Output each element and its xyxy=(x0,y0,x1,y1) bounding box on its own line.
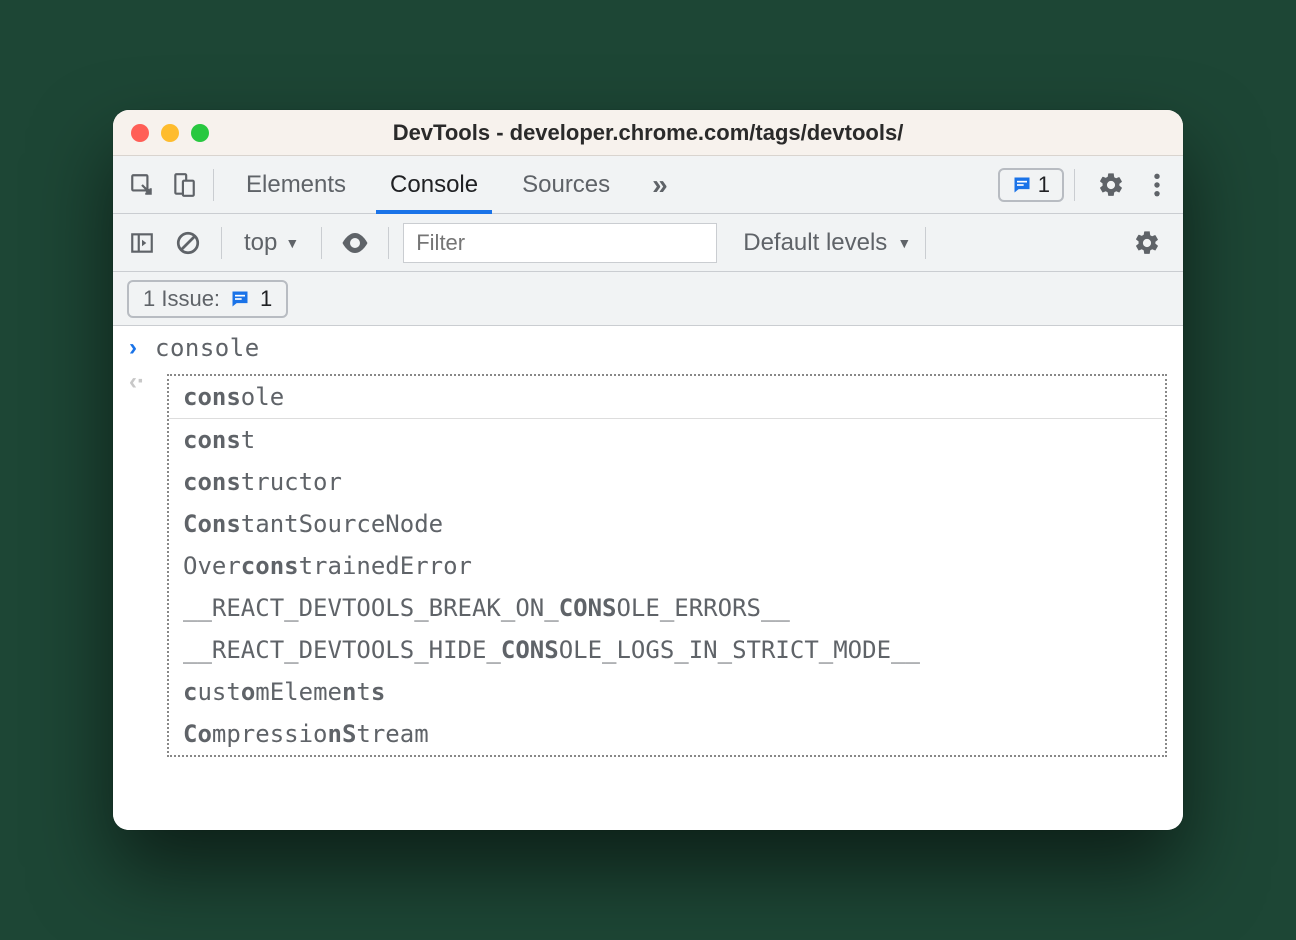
divider xyxy=(321,227,322,259)
autocomplete-item[interactable]: CompressionStream xyxy=(169,713,1165,755)
tabs-overflow-button[interactable]: » xyxy=(636,169,681,201)
log-levels-selector[interactable]: Default levels ▼ xyxy=(743,229,911,257)
levels-label: Default levels xyxy=(743,229,887,257)
console-settings-gear-icon[interactable] xyxy=(1121,229,1173,257)
autocomplete-item[interactable]: customElements xyxy=(169,671,1165,713)
chat-icon xyxy=(1012,175,1032,195)
close-window-button[interactable] xyxy=(131,124,149,142)
sidebar-toggle-icon[interactable] xyxy=(123,224,161,262)
issues-badge[interactable]: 1 xyxy=(998,168,1064,202)
tab-elements-label: Elements xyxy=(246,171,346,199)
devtools-window: DevTools - developer.chrome.com/tags/dev… xyxy=(113,110,1183,830)
window-title: DevTools - developer.chrome.com/tags/dev… xyxy=(113,120,1183,146)
traffic-lights xyxy=(131,124,209,142)
settings-gear-icon[interactable] xyxy=(1085,171,1137,199)
autocomplete-popup: consoleconstconstructorConstantSourceNod… xyxy=(167,374,1167,757)
issues-count: 1 xyxy=(260,286,272,312)
fullscreen-window-button[interactable] xyxy=(191,124,209,142)
main-toolbar: Elements Console Sources » 1 xyxy=(113,156,1183,214)
console-body: › console ‹· consoleconstconstructorCons… xyxy=(113,326,1183,830)
autocomplete-item[interactable]: OverconstrainedError xyxy=(169,545,1165,587)
filter-input[interactable] xyxy=(403,223,717,263)
inspect-element-icon[interactable] xyxy=(123,166,161,204)
eye-live-expression-icon[interactable] xyxy=(336,224,374,262)
autocomplete-item[interactable]: ConstantSourceNode xyxy=(169,503,1165,545)
context-selector[interactable]: top ▼ xyxy=(236,229,307,257)
autocomplete-item[interactable]: constructor xyxy=(169,461,1165,503)
console-input-line[interactable]: › console xyxy=(113,326,1183,366)
tab-elements[interactable]: Elements xyxy=(224,156,368,213)
tab-console-label: Console xyxy=(390,171,478,199)
divider xyxy=(1074,169,1075,201)
autocomplete-item[interactable]: __REACT_DEVTOOLS_HIDE_CONSOLE_LOGS_IN_ST… xyxy=(169,629,1165,671)
divider xyxy=(925,227,926,259)
divider xyxy=(388,227,389,259)
issues-pill[interactable]: 1 Issue: 1 xyxy=(127,280,288,318)
autocomplete-item[interactable]: __REACT_DEVTOOLS_BREAK_ON_CONSOLE_ERRORS… xyxy=(169,587,1165,629)
divider xyxy=(221,227,222,259)
autocomplete-item[interactable]: const xyxy=(169,419,1165,461)
console-toolbar: top ▼ Default levels ▼ xyxy=(113,214,1183,272)
tab-sources-label: Sources xyxy=(522,171,610,199)
panel-tabs: Elements Console Sources xyxy=(224,156,632,213)
output-chevron-icon: ‹· xyxy=(129,368,145,396)
issues-label: 1 Issue: xyxy=(143,286,220,312)
tab-console[interactable]: Console xyxy=(368,156,500,213)
context-label: top xyxy=(244,229,277,257)
issues-bar: 1 Issue: 1 xyxy=(113,272,1183,326)
prompt-chevron-icon: › xyxy=(129,334,137,362)
console-input-text: console xyxy=(155,334,260,362)
chat-icon xyxy=(230,289,250,309)
clear-console-icon[interactable] xyxy=(169,224,207,262)
device-toggle-icon[interactable] xyxy=(165,166,203,204)
autocomplete-item[interactable]: console xyxy=(169,376,1165,419)
minimize-window-button[interactable] xyxy=(161,124,179,142)
dropdown-triangle-icon: ▼ xyxy=(285,235,299,251)
issues-badge-count: 1 xyxy=(1038,172,1050,198)
dropdown-triangle-icon: ▼ xyxy=(897,235,911,251)
more-menu-icon[interactable] xyxy=(1141,172,1173,198)
divider xyxy=(213,169,214,201)
tab-sources[interactable]: Sources xyxy=(500,156,632,213)
titlebar: DevTools - developer.chrome.com/tags/dev… xyxy=(113,110,1183,156)
